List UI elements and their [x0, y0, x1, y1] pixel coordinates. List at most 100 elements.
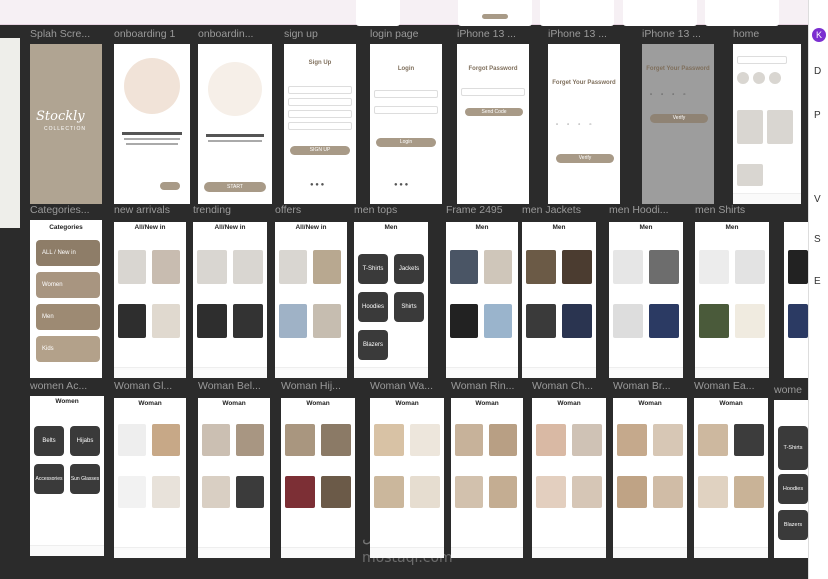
frame-title: Woman [638, 400, 662, 407]
tile-tshirts[interactable]: T-Shirts [358, 254, 388, 284]
women-partial-frame[interactable]: T-Shirts Hoodies Blazers [774, 400, 808, 558]
panel-letter-e[interactable]: E [814, 276, 821, 287]
verify-button[interactable]: Verify [556, 154, 614, 163]
forget-password-frame-2[interactable]: Forget Your Password ▫▫▫▫ Verify [548, 44, 620, 204]
panel-letter-d[interactable]: D [814, 66, 821, 77]
offers-frame[interactable]: All/New in [275, 222, 347, 378]
frame-label-women[interactable]: wome [774, 384, 808, 396]
partial-frame-top [356, 0, 400, 26]
frame-label-splash[interactable]: Splah Scre... [30, 28, 108, 40]
frame-title: Men [475, 224, 489, 231]
tile-shirts[interactable]: Shirts [394, 292, 424, 322]
frame-label-woman-belts[interactable]: Woman Bel... [198, 380, 274, 392]
new-arrivals-frame[interactable]: All/New in [114, 222, 186, 378]
panel-letter-s[interactable]: S [814, 234, 821, 245]
frame-title: Woman [475, 400, 499, 407]
sign-up-frame[interactable]: Sign Up SIGN UP ● ● ● [284, 44, 356, 204]
woman-belts-frame[interactable]: Woman [198, 398, 270, 558]
frame-label-offers[interactable]: offers [275, 204, 351, 216]
forget-password-frame-3[interactable]: Forget Your Password ▫▫▫▫ Verify [642, 44, 714, 204]
frame-label-woman-glasses[interactable]: Woman Gl... [114, 380, 190, 392]
frame-label-woman-earrings[interactable]: Woman Ea... [694, 380, 770, 392]
frame-title: Woman [306, 400, 330, 407]
start-button[interactable]: START [204, 182, 266, 192]
login-button[interactable]: Login [376, 138, 436, 147]
frame-2495[interactable]: Men [446, 222, 518, 378]
splash-screen-frame[interactable]: Stockly COLLECTION [30, 44, 102, 204]
women-accessories-frame[interactable]: Women Belts Hijabs Accessories Sun Glass… [30, 396, 104, 556]
woman-glasses-frame[interactable]: Woman [114, 398, 186, 558]
tile-hoodies[interactable]: Hoodies [358, 292, 388, 322]
partial-frame-top [540, 0, 614, 26]
frame-label-iphone-1[interactable]: iPhone 13 ... [457, 28, 529, 40]
frame-label-woman-chains[interactable]: Woman Ch... [532, 380, 608, 392]
frame-label-trending[interactable]: trending [193, 204, 269, 216]
onboarding-illustration [208, 62, 262, 116]
partial-frame-right[interactable] [784, 222, 808, 378]
panel-letter-p[interactable]: P [814, 110, 821, 121]
frame-title: Woman [557, 400, 581, 407]
onboarding-2-frame[interactable]: START [198, 44, 272, 204]
tile-jackets[interactable]: Jackets [394, 254, 424, 284]
frame-label-home[interactable]: home [733, 28, 793, 40]
category-all-new-in[interactable]: ALL / New in [36, 240, 100, 266]
category-kids[interactable]: Kids [36, 336, 100, 362]
woman-earrings-frame[interactable]: Woman [694, 398, 768, 558]
frame-label-iphone-2[interactable]: iPhone 13 ... [548, 28, 620, 40]
frame-label-men-shirts[interactable]: men Shirts [695, 204, 771, 216]
frame-label-men-jackets[interactable]: men Jackets [522, 204, 598, 216]
woman-bracelets-frame[interactable]: Woman [613, 398, 687, 558]
otp-boxes[interactable]: ▫▫▫▫ [556, 122, 601, 128]
next-button[interactable] [160, 182, 180, 190]
send-code-button[interactable]: Send Code [465, 108, 523, 116]
otp-boxes[interactable]: ▫▫▫▫ [650, 92, 695, 98]
trending-frame[interactable]: All/New in [193, 222, 267, 378]
tile-hoodies[interactable]: Hoodies [778, 474, 808, 504]
tile-tshirts[interactable]: T-Shirts [778, 426, 808, 470]
tile-blazers[interactable]: Blazers [778, 510, 808, 540]
woman-hijabs-frame[interactable]: Woman [281, 398, 355, 558]
men-tops-frame[interactable]: Men T-Shirts Jackets Hoodies Shirts Blaz… [354, 222, 428, 378]
social-icons[interactable]: ● ● ● [310, 182, 324, 188]
forget-title: Forget Your Password [552, 80, 616, 86]
category-women[interactable]: Women [36, 272, 100, 298]
verify-button[interactable]: Verify [650, 114, 708, 123]
tile-belts[interactable]: Belts [34, 426, 64, 456]
tile-accessories[interactable]: Accessories [34, 464, 64, 494]
frame-label-woman-watches[interactable]: Woman Wa... [370, 380, 446, 392]
frame-label-sign-up[interactable]: sign up [284, 28, 356, 40]
categories-frame[interactable]: Categories ALL / New in Women Men Kids [30, 220, 102, 378]
frame-label-woman-hijabs[interactable]: Woman Hij... [281, 380, 357, 392]
frame-label-woman-rings[interactable]: Woman Rin... [451, 380, 527, 392]
woman-chains-frame[interactable]: Woman [532, 398, 606, 558]
category-men[interactable]: Men [36, 304, 100, 330]
watermark-arabic: مستقل [362, 528, 407, 546]
frame-label-login[interactable]: login page [370, 28, 442, 40]
frame-title: Men [384, 224, 398, 231]
social-icons[interactable]: ● ● ● [394, 182, 408, 188]
user-avatar[interactable]: K [812, 28, 826, 42]
men-jackets-frame[interactable]: Men [522, 222, 596, 378]
frame-label-onboarding-2[interactable]: onboardin... [198, 28, 270, 40]
login-frame[interactable]: Login Login ● ● ● [370, 44, 442, 204]
tile-sun-glasses[interactable]: Sun Glasses [70, 464, 100, 494]
men-hoodies-frame[interactable]: Men [609, 222, 683, 378]
tile-blazers[interactable]: Blazers [358, 330, 388, 360]
woman-rings-frame[interactable]: Woman [451, 398, 523, 558]
frame-label-woman-bracelets[interactable]: Woman Br... [613, 380, 689, 392]
panel-letter-v[interactable]: V [814, 194, 821, 205]
sign-up-button[interactable]: SIGN UP [290, 146, 350, 155]
tile-hijabs[interactable]: Hijabs [70, 426, 100, 456]
frame-label-women-accessories[interactable]: women Ac... [30, 380, 106, 392]
frame-label-categories[interactable]: Categories... [30, 204, 106, 216]
frame-label-frame-2495[interactable]: Frame 2495 [446, 204, 522, 216]
men-shirts-frame[interactable]: Men [695, 222, 769, 378]
frame-label-iphone-3[interactable]: iPhone 13 ... [642, 28, 714, 40]
home-frame[interactable] [733, 44, 801, 204]
forgot-password-frame[interactable]: Forgot Password Send Code [457, 44, 529, 204]
onboarding-1-frame[interactable] [114, 44, 190, 204]
frame-label-onboarding-1[interactable]: onboarding 1 [114, 28, 192, 40]
frame-label-men-tops[interactable]: men tops [354, 204, 430, 216]
frame-label-men-hoodies[interactable]: men Hoodi... [609, 204, 685, 216]
frame-label-new-arrivals[interactable]: new arrivals [114, 204, 190, 216]
